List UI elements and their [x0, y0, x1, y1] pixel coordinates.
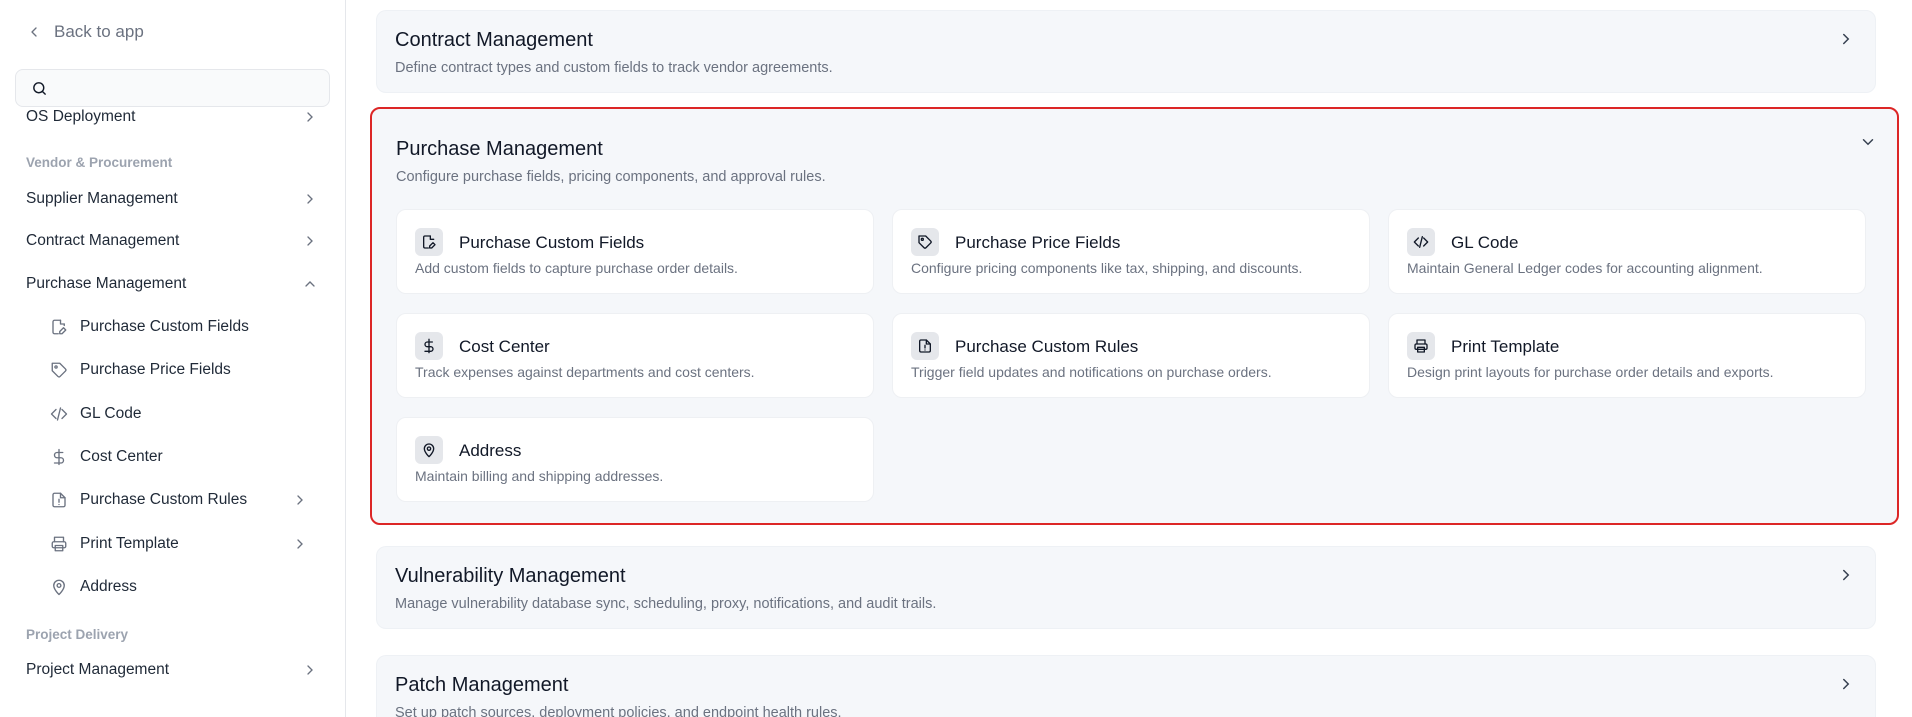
card-icon-box — [911, 228, 939, 256]
card-icon-box — [1407, 228, 1435, 256]
chevron-right-icon[interactable] — [1837, 566, 1855, 584]
panel-contract-management[interactable]: Contract Management Define contract type… — [376, 10, 1876, 93]
card-icon-box — [1407, 332, 1435, 360]
chevron-right-icon — [297, 539, 303, 549]
panel-purchase-management: Purchase Management Configure purchase f… — [370, 107, 1899, 525]
card-icon-box — [415, 332, 443, 360]
panel-title: Patch Management — [395, 674, 569, 696]
chevron-right-icon — [297, 495, 303, 505]
sidebar-subitem-label: Cost Center — [80, 448, 163, 465]
card-title: Cost Center — [459, 337, 550, 356]
panel-title: Vulnerability Management — [395, 565, 626, 587]
panel-patch-management[interactable]: Patch Management Set up patch sources, d… — [376, 655, 1876, 717]
sidebar-item-purchase-management[interactable]: Purchase Management — [26, 272, 318, 296]
code-icon — [50, 407, 68, 421]
sidebar-subitem-cost-center[interactable]: Cost Center — [50, 445, 308, 469]
sidebar-item-contract-management[interactable]: Contract Management — [26, 229, 318, 253]
sidebar-item-project-management[interactable]: Project Management — [26, 658, 318, 682]
card-description: Configure pricing components like tax, s… — [911, 260, 1303, 276]
chevron-right-icon — [307, 236, 313, 246]
sidebar-subitem-print-template[interactable]: Print Template — [50, 532, 308, 556]
chevron-right-icon[interactable] — [1837, 30, 1855, 48]
sidebar-subitem-label: Print Template — [80, 535, 179, 552]
chevron-right-icon — [307, 194, 313, 204]
sidebar-subitem-purchase-price-fields[interactable]: Purchase Price Fields — [50, 358, 308, 382]
card-description: Maintain billing and shipping addresses. — [415, 468, 664, 484]
file-edit-icon — [52, 319, 67, 335]
chevron-up-icon — [305, 281, 315, 287]
sidebar-subitem-label: Purchase Custom Rules — [80, 491, 248, 508]
chevron-right-icon — [307, 665, 313, 675]
tag-icon — [51, 362, 67, 378]
sidebar-subitem-purchase-custom-fields[interactable]: Purchase Custom Fields — [50, 315, 308, 339]
back-to-app-link[interactable]: Back to app — [26, 22, 144, 42]
sidebar-subitem-address[interactable]: Address — [50, 575, 308, 599]
dollar-icon — [53, 448, 65, 466]
sidebar-item-label: Contract Management — [26, 232, 180, 249]
card-title: Print Template — [1451, 337, 1560, 356]
card-cost-center[interactable]: Cost Center Track expenses against depar… — [396, 313, 874, 398]
file-alert-icon — [919, 339, 931, 353]
card-icon-box — [415, 228, 443, 256]
card-icon-box — [911, 332, 939, 360]
settings-sidebar: Back to app OS Deployment Vendor & Procu… — [0, 0, 346, 717]
card-description: Design print layouts for purchase order … — [1407, 364, 1774, 380]
sidebar-search-input[interactable] — [58, 79, 318, 97]
card-gl-code[interactable]: GL Code Maintain General Ledger codes fo… — [1388, 209, 1866, 294]
panel-description: Define contract types and custom fields … — [395, 60, 833, 76]
panel-title: Purchase Management — [396, 138, 603, 160]
panel-title: Contract Management — [395, 29, 593, 51]
card-purchase-price-fields[interactable]: Purchase Price Fields Configure pricing … — [892, 209, 1370, 294]
panel-description: Set up patch sources, deployment policie… — [395, 705, 842, 717]
card-title: Address — [459, 441, 522, 460]
card-description: Add custom fields to capture purchase or… — [415, 260, 738, 276]
tag-icon — [918, 235, 932, 249]
panel-description: Manage vulnerability database sync, sche… — [395, 596, 937, 612]
sidebar-subitem-purchase-custom-rules[interactable]: Purchase Custom Rules — [50, 488, 308, 512]
sidebar-item-label: Project Management — [26, 661, 170, 678]
code-icon — [1413, 236, 1429, 248]
card-title: Purchase Custom Fields — [459, 233, 645, 252]
sidebar-item-label: OS Deployment — [26, 108, 136, 125]
card-description: Trigger field updates and notifications … — [911, 364, 1272, 380]
sidebar-section-vendor: Vendor & Procurement — [26, 155, 173, 170]
sidebar-subitem-label: Address — [80, 578, 137, 595]
sidebar-subitem-label: Purchase Price Fields — [80, 361, 231, 378]
file-edit-icon — [423, 235, 436, 249]
sidebar-search[interactable] — [15, 69, 330, 107]
card-title: GL Code — [1451, 233, 1519, 252]
sidebar-section-project: Project Delivery — [26, 627, 129, 642]
map-pin-icon — [53, 579, 65, 596]
chevron-right-icon — [307, 112, 313, 122]
card-icon-box — [415, 436, 443, 464]
sidebar-item-label: Supplier Management — [26, 190, 178, 207]
card-purchase-custom-fields[interactable]: Purchase Custom Fields Add custom fields… — [396, 209, 874, 294]
back-to-app-label: Back to app — [54, 22, 144, 41]
chevron-right-icon[interactable] — [1837, 675, 1855, 693]
card-description: Track expenses against departments and c… — [415, 364, 755, 380]
card-purchase-custom-rules[interactable]: Purchase Custom Rules Trigger field upda… — [892, 313, 1370, 398]
panel-vulnerability-management[interactable]: Vulnerability Management Manage vulnerab… — [376, 546, 1876, 629]
card-title: Purchase Custom Rules — [955, 337, 1139, 356]
card-description: Maintain General Ledger codes for accoun… — [1407, 260, 1763, 276]
sidebar-item-label: Purchase Management — [26, 275, 187, 292]
panel-description: Configure purchase fields, pricing compo… — [396, 169, 826, 185]
map-pin-icon — [423, 443, 435, 458]
sidebar-subitem-label: Purchase Custom Fields — [80, 318, 249, 335]
chevron-left-icon — [31, 27, 37, 37]
sidebar-item-supplier-management[interactable]: Supplier Management — [26, 187, 318, 211]
printer-icon — [1414, 339, 1428, 353]
sidebar-subitem-label: GL Code — [80, 405, 142, 422]
card-print-template[interactable]: Print Template Design print layouts for … — [1388, 313, 1866, 398]
sidebar-subitem-gl-code[interactable]: GL Code — [50, 402, 308, 426]
settings-main: Contract Management Define contract type… — [347, 0, 1912, 717]
file-alert-icon — [52, 492, 66, 508]
chevron-down-icon[interactable] — [1859, 133, 1877, 151]
printer-icon — [51, 536, 67, 552]
dollar-icon — [424, 338, 434, 354]
card-address[interactable]: Address Maintain billing and shipping ad… — [396, 417, 874, 502]
card-title: Purchase Price Fields — [955, 233, 1121, 252]
search-icon — [33, 81, 46, 95]
sidebar-item-os-deployment[interactable]: OS Deployment — [26, 105, 318, 129]
